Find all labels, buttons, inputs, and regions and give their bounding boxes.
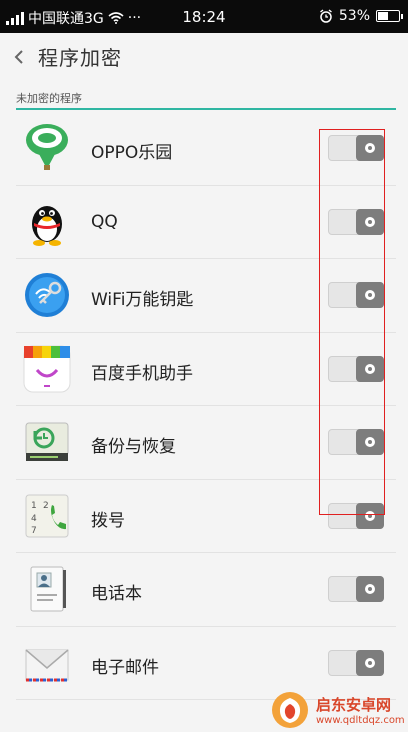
battery-icon bbox=[376, 10, 403, 22]
encrypt-toggle[interactable] bbox=[328, 502, 384, 529]
app-list: OPPO乐园 QQ WiFi万能钥匙 百度手机助手 备份与恢复 1 2 4 7 … bbox=[16, 112, 396, 700]
app-name: 拨号 bbox=[91, 510, 125, 531]
list-item[interactable]: 电话本 bbox=[16, 553, 396, 627]
list-item[interactable]: WiFi万能钥匙 bbox=[16, 259, 396, 333]
watermark-title: 启东安卓网 bbox=[316, 696, 392, 714]
svg-text:7: 7 bbox=[31, 526, 37, 536]
watermark-url: www.qdltdqz.com bbox=[316, 715, 405, 726]
svg-text:1: 1 bbox=[31, 501, 37, 511]
app-name: 电子邮件 bbox=[91, 657, 159, 678]
encrypt-toggle[interactable] bbox=[328, 649, 384, 676]
app-name: OPPO乐园 bbox=[91, 143, 173, 163]
list-item[interactable]: 备份与恢复 bbox=[16, 406, 396, 480]
app-name: WiFi万能钥匙 bbox=[91, 290, 194, 310]
app-name: 百度手机助手 bbox=[91, 363, 193, 384]
app-name: QQ bbox=[91, 211, 118, 232]
oppo-park-icon bbox=[26, 124, 68, 170]
contacts-icon bbox=[30, 566, 66, 612]
watermark-logo-icon bbox=[272, 692, 308, 728]
app-name: 备份与恢复 bbox=[91, 437, 176, 457]
section-header-unencrypted: 未加密的程序 bbox=[16, 90, 396, 110]
encrypt-toggle[interactable] bbox=[328, 282, 384, 308]
wifi-key-icon bbox=[25, 273, 69, 317]
qq-penguin-icon bbox=[32, 205, 62, 246]
svg-text:4: 4 bbox=[31, 514, 37, 524]
encrypt-toggle[interactable] bbox=[328, 576, 384, 602]
email-icon bbox=[25, 648, 69, 681]
baidu-assistant-icon bbox=[23, 345, 71, 392]
battery-percent: 53% bbox=[338, 8, 370, 24]
site-watermark: 启东安卓网 www.qdltdqz.com bbox=[270, 688, 408, 732]
dialer-icon: 1 2 4 7 bbox=[25, 494, 69, 537]
page-title: 程序加密 bbox=[38, 46, 122, 70]
svg-text:2: 2 bbox=[43, 501, 49, 511]
back-arrow-icon[interactable] bbox=[14, 49, 28, 65]
encrypt-toggle[interactable] bbox=[328, 429, 384, 455]
list-item[interactable]: QQ bbox=[16, 186, 396, 259]
status-bar: 中国联通3G ··· 18:24 53% bbox=[0, 0, 408, 33]
list-item[interactable]: 1 2 4 7 拨号 bbox=[16, 480, 396, 553]
encrypt-toggle[interactable] bbox=[328, 208, 384, 235]
alarm-clock-icon bbox=[319, 9, 332, 23]
encrypt-toggle[interactable] bbox=[328, 355, 384, 382]
encrypt-toggle[interactable] bbox=[328, 135, 384, 161]
list-item[interactable]: 百度手机助手 bbox=[16, 333, 396, 406]
backup-restore-icon bbox=[25, 422, 69, 461]
app-header: 程序加密 bbox=[0, 33, 408, 80]
list-item[interactable]: OPPO乐园 bbox=[16, 112, 396, 186]
app-name: 电话本 bbox=[91, 584, 142, 604]
